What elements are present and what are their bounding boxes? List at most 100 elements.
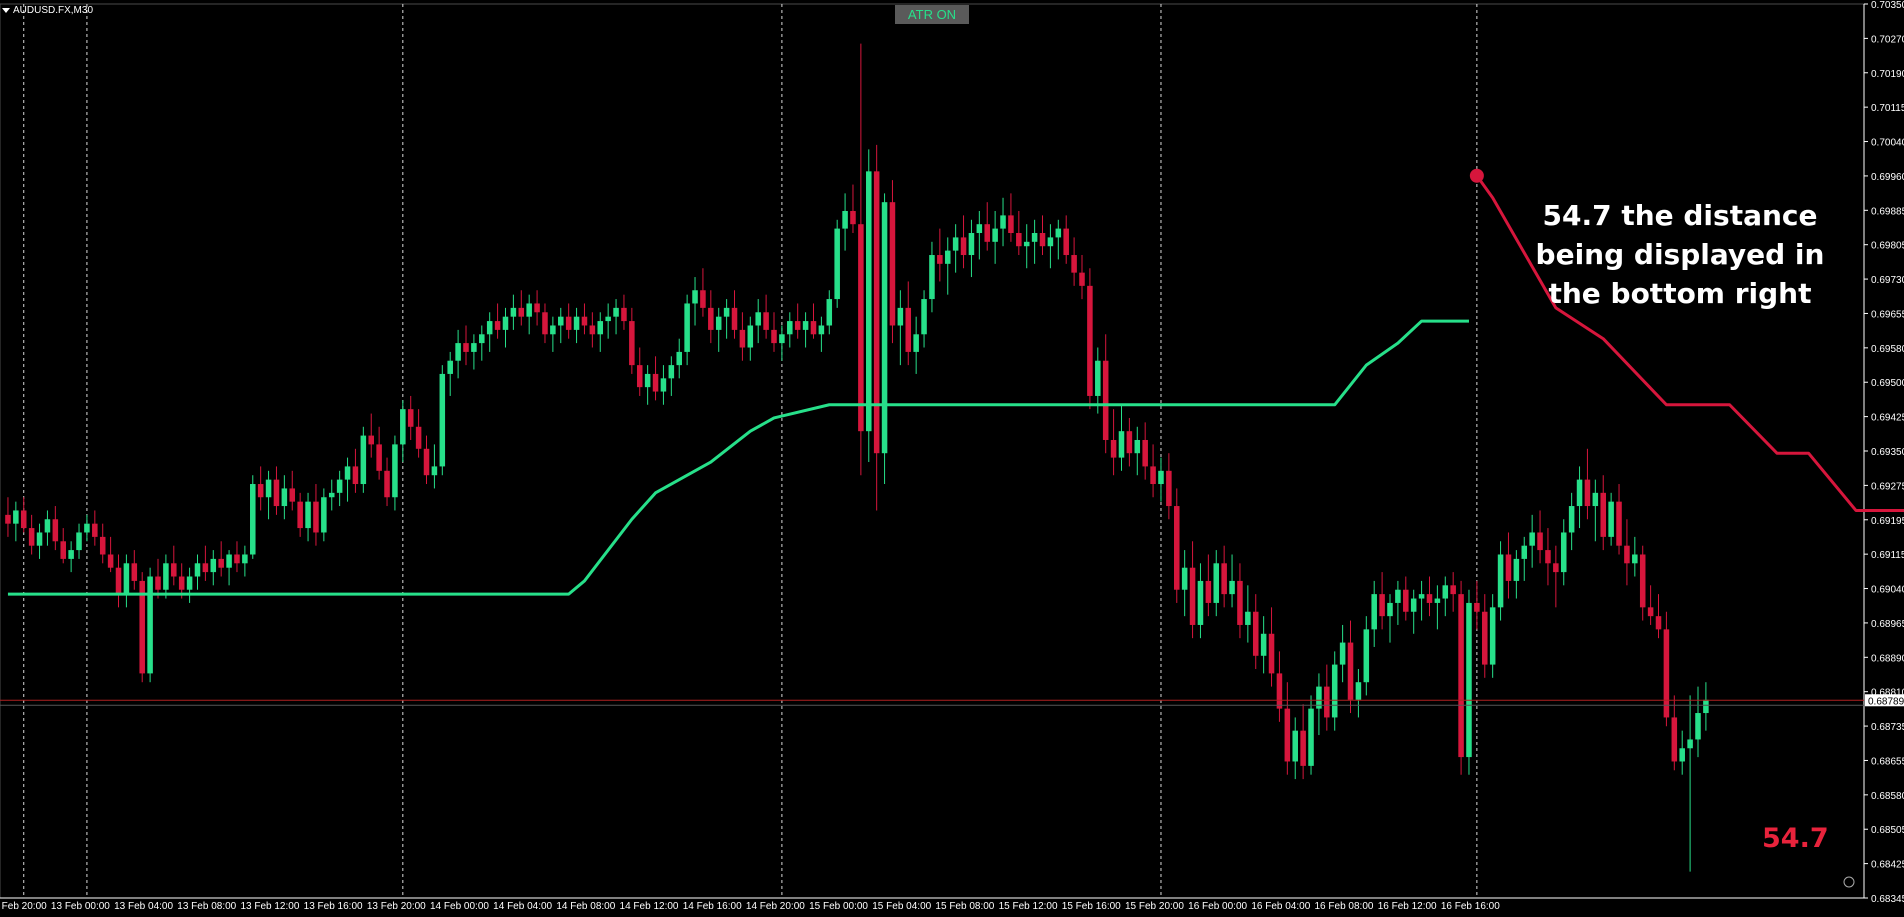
x-tick-label: 16 Feb 08:00 (1315, 901, 1374, 912)
y-tick-label: 0.70190 (1871, 69, 1904, 80)
y-tick-label: 0.69275 (1871, 481, 1904, 492)
candle-body (889, 202, 896, 326)
candle-body (1576, 479, 1583, 507)
candle-body (1679, 748, 1685, 762)
x-tick-label: 10 Feb 20:00 (0, 901, 47, 912)
candle-body (107, 554, 114, 568)
candle-body (455, 343, 461, 361)
candle-body (1276, 673, 1283, 709)
candle-body (842, 210, 848, 229)
candle-body (1118, 431, 1125, 458)
price-chart[interactable]: 0.68789 0.703500.702700.701900.701150.70… (0, 0, 1904, 912)
candle-body (1371, 594, 1377, 630)
candle-body (1237, 580, 1243, 625)
candle-body (1260, 633, 1267, 656)
candle-body (929, 255, 935, 300)
candle-body (526, 303, 532, 317)
supertrend-bull-line (7, 319, 1469, 596)
candle-body (463, 343, 469, 352)
x-tick-label: 13 Feb 00:00 (51, 901, 110, 912)
candle-body (1639, 554, 1646, 608)
chart-window[interactable]: 0.68789 0.70350 0.70270 0.70190 0.70115 0.70… (0, 0, 1904, 912)
candle-body (471, 343, 477, 352)
candle-body (873, 171, 880, 454)
candle-body (368, 435, 374, 445)
candle-body (534, 303, 540, 313)
x-tick-label: 14 Feb 04:00 (493, 901, 552, 912)
candle-body (92, 523, 98, 537)
candle-body (1331, 664, 1338, 718)
symbol-label[interactable]: AUDUSD.FX,M30 (2, 5, 93, 16)
candle-body (415, 426, 422, 449)
candle-body (700, 290, 706, 308)
x-tick-label: 13 Feb 12:00 (240, 901, 299, 912)
candle-body (1197, 580, 1204, 625)
y-tick-label: 0.69960 (1871, 172, 1904, 183)
chevron-down-icon[interactable] (2, 7, 10, 13)
candle-body (1134, 439, 1141, 454)
x-tick-label: 15 Feb 12:00 (999, 901, 1058, 912)
x-tick-label: 13 Feb 16:00 (304, 901, 363, 912)
candle-body (1553, 563, 1559, 573)
candle-body (400, 409, 406, 445)
candle-body (613, 307, 619, 317)
candle-body (1110, 439, 1117, 458)
candle-body (1016, 233, 1022, 247)
price-axis[interactable]: 0.70350 0.70270 0.70190 0.70115 0.70040 0.699… (1864, 0, 1904, 905)
plot-area-frame (0, 3, 1865, 899)
y-tick-label: 0.69115 (1871, 550, 1904, 561)
candle-body (479, 334, 485, 344)
y-tick-label: 0.69195 (1871, 516, 1904, 527)
candle-body (486, 321, 493, 335)
atr-toggle-button[interactable]: ATR ON (895, 5, 969, 24)
time-axis[interactable]: 10 Feb 202310 Feb 20:0013 Feb 00:0013 Fe… (0, 901, 1500, 912)
candle-body (163, 563, 169, 590)
candle-body (937, 255, 943, 264)
y-tick-label: 0.68505 (1871, 825, 1904, 836)
candle-body (1221, 563, 1227, 595)
candle-body (581, 316, 588, 326)
candle-body (1308, 708, 1314, 766)
x-tick-label: 16 Feb 12:00 (1378, 901, 1437, 912)
candle-body (336, 479, 343, 493)
candle-body (328, 492, 335, 498)
candle-body (1513, 558, 1520, 581)
x-tick-label: 16 Feb 16:00 (1441, 901, 1500, 912)
candle-body (289, 488, 296, 502)
candle-body (636, 365, 643, 388)
candle-body (818, 325, 825, 335)
candle-body (787, 321, 793, 335)
candle-body (747, 325, 754, 348)
candle-body (1655, 616, 1662, 630)
candle-body (250, 484, 256, 555)
x-tick-label: 14 Feb 08:00 (556, 901, 615, 912)
candle-body (68, 550, 74, 559)
candle-body (1529, 532, 1535, 546)
candle-body (1205, 580, 1212, 603)
candle-body (1324, 686, 1330, 718)
x-tick-label: 16 Feb 04:00 (1251, 901, 1310, 912)
candle-body (1189, 567, 1196, 625)
candle-body (858, 224, 864, 432)
candle-layer (5, 43, 1709, 872)
candle-body (1545, 550, 1551, 564)
candle-body (739, 329, 746, 348)
y-tick-label: 0.68890 (1871, 653, 1904, 664)
candle-body (99, 536, 106, 555)
symbol-text: AUDUSD.FX,M30 (13, 5, 94, 16)
candle-body (1632, 554, 1638, 564)
candle-body (1624, 545, 1630, 564)
candle-body (1434, 598, 1441, 603)
candle-body (242, 554, 248, 564)
candle-body (1079, 272, 1085, 286)
y-tick-label: 0.69350 (1871, 447, 1904, 458)
candle-body (1158, 470, 1164, 485)
candle-body (850, 210, 856, 225)
candle-body (313, 501, 319, 533)
candle-body (494, 321, 501, 330)
candle-body (1142, 439, 1148, 467)
candle-body (84, 523, 90, 533)
candle-body (1039, 233, 1046, 247)
candle-body (692, 290, 698, 304)
candle-body (1466, 602, 1472, 758)
